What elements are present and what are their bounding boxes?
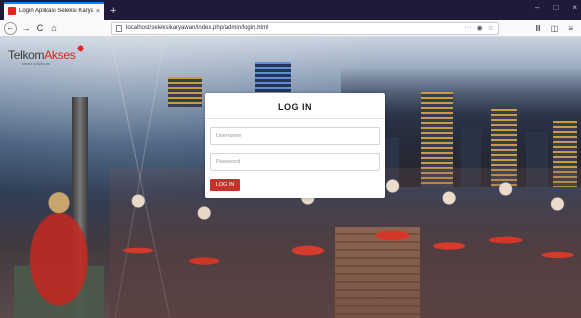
library-icon[interactable]: Ⅲ — [535, 24, 541, 33]
reload-icon[interactable]: C — [33, 23, 47, 33]
logo-text: TelkomAkses — [8, 48, 76, 62]
logo-wordmark: TelkomAkses ✸ — [8, 45, 86, 62]
minimize-icon[interactable]: – — [535, 3, 539, 12]
logo-star-icon: ✸ — [76, 44, 85, 55]
login-title: LOG IN — [278, 102, 312, 112]
sidebar-icon[interactable]: ◫ — [551, 24, 559, 33]
password-input[interactable] — [210, 153, 380, 171]
url-text[interactable]: localhost/seleksikaryawan/index.php/admi… — [126, 25, 465, 31]
page-background: TelkomAkses ✸ smart solutions LOG IN LOG… — [0, 37, 581, 318]
toolbar-right: Ⅲ ◫ ≡ — [535, 24, 573, 33]
pocket-icon[interactable]: ◉ — [477, 24, 483, 32]
building — [255, 62, 291, 92]
url-bar[interactable]: localhost/seleksikaryawan/index.php/admi… — [111, 21, 499, 35]
login-button[interactable]: LOG IN — [210, 179, 240, 191]
logo-text-akses: Akses — [44, 48, 76, 62]
username-input[interactable] — [210, 127, 380, 145]
logo-text-telkom: Telkom — [8, 48, 45, 62]
telkom-favicon-icon — [8, 7, 16, 15]
forward-icon[interactable]: → — [19, 23, 33, 33]
page-actions-icon[interactable]: ··· — [465, 24, 472, 32]
url-actions: ··· ◉ ☆ — [465, 24, 494, 32]
tab-title: Login Aplikasi Seleksi Karyawa… — [19, 8, 93, 14]
logo-tagline: smart solutions — [22, 62, 51, 66]
tab-close-icon[interactable]: × — [96, 8, 100, 15]
close-window-icon[interactable]: × — [572, 3, 577, 12]
page-info-icon[interactable] — [116, 24, 122, 32]
browser-tab-bar: Login Aplikasi Seleksi Karyawa… × + – □ … — [0, 0, 581, 20]
telkom-akses-logo: TelkomAkses ✸ smart solutions — [8, 45, 86, 67]
new-tab-icon[interactable]: + — [110, 6, 116, 17]
browser-tab[interactable]: Login Aplikasi Seleksi Karyawa… × — [4, 2, 104, 20]
divider — [205, 118, 385, 119]
login-card: LOG IN LOG IN — [205, 93, 385, 198]
bookmark-star-icon[interactable]: ☆ — [488, 24, 494, 32]
maximize-icon[interactable]: □ — [553, 3, 558, 12]
lineman-worker-image — [14, 187, 104, 318]
back-icon[interactable]: ← — [4, 21, 17, 35]
menu-icon[interactable]: ≡ — [568, 24, 573, 33]
browser-nav-bar: ← → C ⌂ localhost/seleksikaryawan/index.… — [0, 20, 581, 37]
home-icon[interactable]: ⌂ — [47, 23, 61, 33]
window-controls: – □ × — [535, 3, 577, 12]
